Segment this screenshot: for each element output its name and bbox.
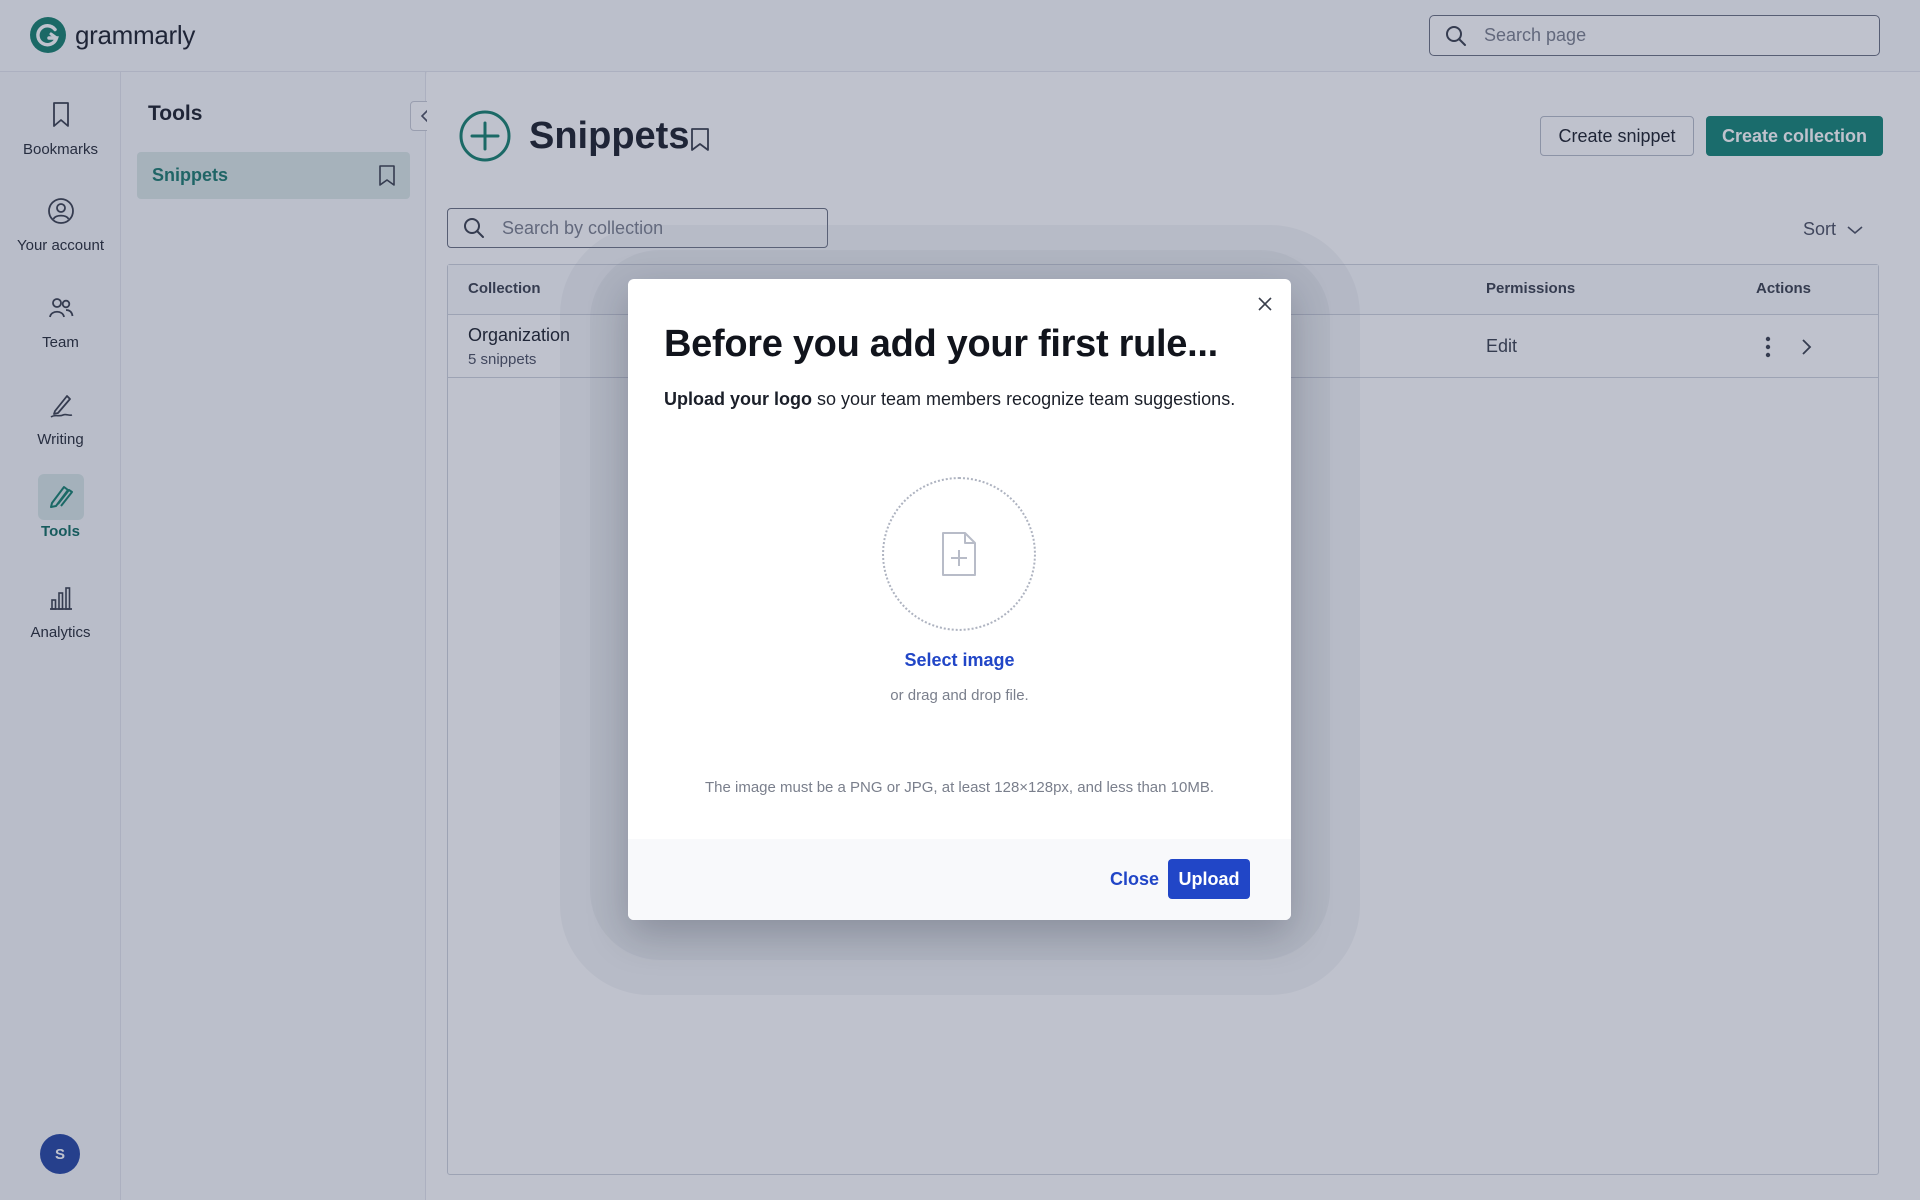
dialog-close-button[interactable] xyxy=(1254,293,1276,315)
close-button[interactable]: Close xyxy=(1098,859,1171,899)
dialog-footer: Close Upload xyxy=(628,839,1291,920)
dialog-description: Upload your logo so your team members re… xyxy=(664,389,1235,410)
upload-logo-dialog: Before you add your first rule... Upload… xyxy=(628,279,1291,920)
dialog-description-text: so your team members recognize team sugg… xyxy=(812,389,1236,409)
dialog-title: Before you add your first rule... xyxy=(664,323,1218,365)
add-file-icon xyxy=(942,532,976,576)
close-icon xyxy=(1258,297,1272,311)
dialog-description-emphasis: Upload your logo xyxy=(664,389,812,409)
image-drop-zone[interactable] xyxy=(882,477,1036,631)
drag-drop-hint: or drag and drop file. xyxy=(890,687,1029,704)
select-image-link[interactable]: Select image xyxy=(628,650,1291,671)
image-requirements: The image must be a PNG or JPG, at least… xyxy=(704,779,1215,796)
upload-button[interactable]: Upload xyxy=(1168,859,1250,899)
